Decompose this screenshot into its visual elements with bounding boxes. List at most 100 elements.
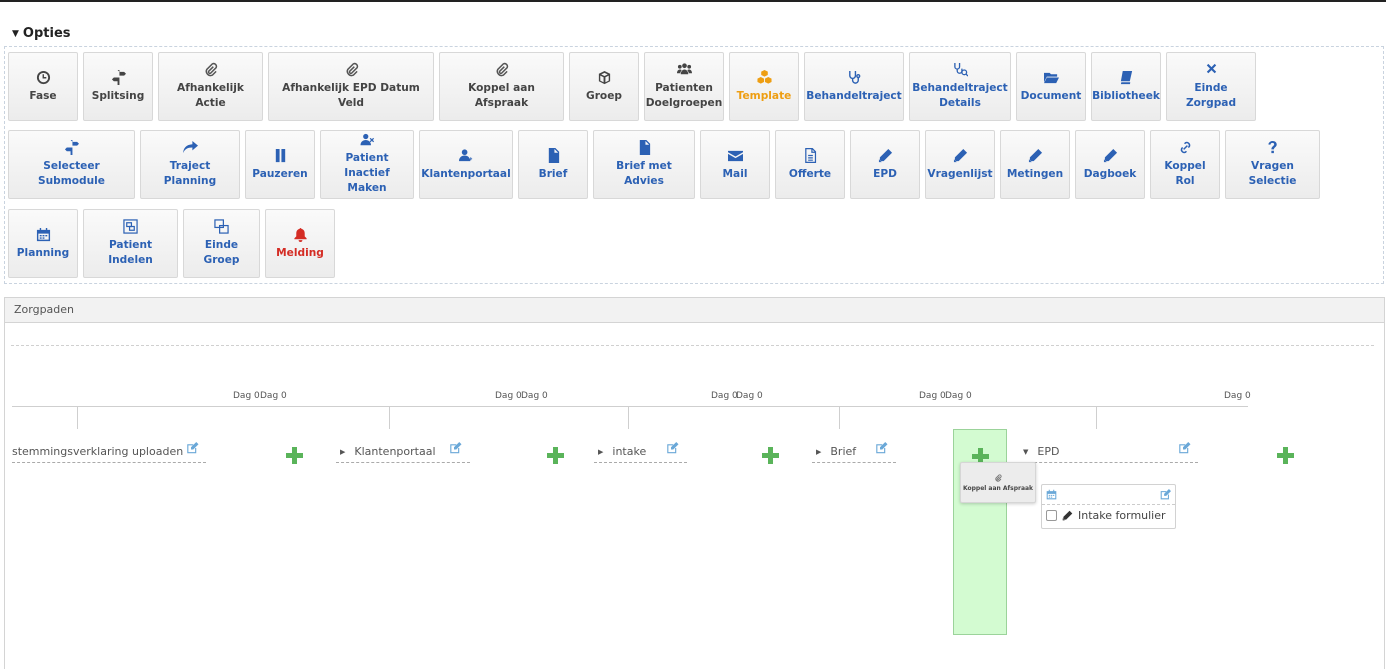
tile-afhankelijk-actie[interactable]: Afhankelijk Actie — [158, 52, 263, 121]
dragged-tile-koppel-aan-afspraak[interactable]: Koppel aan Afspraak — [960, 462, 1036, 503]
drop-zone[interactable] — [953, 429, 1007, 635]
clock-icon — [36, 70, 50, 84]
edit-icon[interactable] — [1160, 489, 1171, 500]
tile-vragenlijst[interactable]: Vragenlijst — [925, 130, 995, 199]
tile-label: Patient Indelen — [108, 239, 153, 266]
opties-toggle[interactable]: ▼ Opties — [12, 26, 71, 41]
add-step-button[interactable] — [762, 447, 779, 464]
question-icon — [1268, 140, 1277, 154]
tile-label: Planning — [16, 246, 70, 259]
epd-item-checkbox[interactable] — [1046, 510, 1057, 521]
tile-brief-met-advies[interactable]: Brief met Advies — [593, 130, 695, 199]
tile-label: Mail — [722, 167, 748, 180]
step-label: stemmingsverklaring uploaden — [12, 445, 184, 458]
tile-behandeltraject[interactable]: Behandeltraject — [804, 52, 904, 121]
link-icon — [1180, 141, 1190, 154]
caret-right-icon[interactable]: ▶ — [340, 448, 345, 456]
envelope-icon — [727, 150, 743, 161]
add-step-button[interactable] — [547, 447, 564, 464]
signpost-icon — [111, 69, 126, 85]
tile-label: Koppel Rol — [1164, 160, 1206, 187]
edit-icon[interactable] — [186, 442, 199, 454]
step-brief[interactable]: ▶ Brief — [812, 441, 896, 463]
tile-label: Vragenlijst — [927, 167, 993, 180]
zorgpaden-header: Zorgpaden — [5, 298, 1384, 323]
cube-icon — [598, 70, 610, 84]
pencil-icon — [953, 148, 967, 162]
pencil-icon — [1062, 510, 1073, 521]
tile-koppel-aan-afspraak[interactable]: Koppel aan Afspraak — [439, 52, 564, 121]
edit-icon[interactable] — [1178, 442, 1191, 454]
tile-pauzeren[interactable]: Pauzeren — [245, 130, 315, 199]
book-icon — [1120, 70, 1132, 84]
tile-vragen-selectie[interactable]: Vragen Selectie — [1225, 130, 1320, 199]
tile-mail[interactable]: Mail — [700, 130, 770, 199]
tile-behandeltraject-details[interactable]: Behandeltraject Details — [909, 52, 1011, 121]
tile-melding[interactable]: Melding — [265, 209, 335, 278]
epd-item-row: Intake formulier — [1042, 505, 1175, 526]
tile-template[interactable]: Template — [729, 52, 799, 121]
step-klantenportaal[interactable]: ▶ Klantenportaal — [336, 441, 470, 463]
calendar-icon[interactable] — [1046, 489, 1057, 500]
folder-open-icon — [1043, 72, 1059, 83]
tile-koppel-rol[interactable]: Koppel Rol — [1150, 130, 1220, 199]
tile-label: Fase — [29, 89, 57, 102]
tile-einde-groep[interactable]: Einde Groep — [183, 209, 260, 278]
tile-dagboek[interactable]: Dagboek — [1075, 130, 1145, 199]
tile-metingen[interactable]: Metingen — [1000, 130, 1070, 199]
tile-label: Melding — [276, 246, 324, 259]
tile-label: Einde Groep — [203, 239, 240, 266]
tile-offerte[interactable]: Offerte — [775, 130, 845, 199]
stethoscope-icon — [848, 70, 860, 84]
file-outline-icon — [804, 147, 816, 163]
epd-item-label: Intake formulier — [1078, 509, 1166, 522]
caret-right-icon[interactable]: ▶ — [816, 448, 821, 456]
tile-splitsing[interactable]: Splitsing — [83, 52, 153, 121]
tile-traject-planning[interactable]: Traject Planning — [140, 130, 240, 199]
tile-fase[interactable]: Fase — [8, 52, 78, 121]
tile-label: Klantenportaal — [421, 167, 511, 180]
tile-bibliotheek[interactable]: Bibliotheek — [1091, 52, 1161, 121]
tile-klantenportaal[interactable]: Klantenportaal — [419, 130, 513, 199]
paperclip-icon — [346, 62, 358, 77]
tile-patienten-doelgroepen[interactable]: Patienten Doelgroepen — [644, 52, 724, 121]
tile-label: EPD — [873, 167, 897, 180]
tile-label: Metingen — [1006, 167, 1064, 180]
paperclip-icon — [496, 62, 509, 77]
dag-label: Dag 0 — [260, 391, 287, 401]
object-ungroup-icon — [214, 219, 229, 234]
step-uploaden[interactable]: stemmingsverklaring uploaden — [12, 441, 206, 463]
caret-right-icon[interactable]: ▶ — [598, 448, 603, 456]
tile-label: Patienten Doelgroepen — [645, 82, 723, 109]
pencil-icon — [1028, 148, 1042, 162]
dag-label: Dag 0 — [919, 391, 946, 401]
tile-groep[interactable]: Groep — [569, 52, 639, 121]
top-border — [0, 0, 1386, 2]
add-step-button[interactable] — [286, 447, 303, 464]
pencil-icon — [1103, 148, 1117, 162]
edit-icon[interactable] — [666, 442, 679, 454]
file-text-icon — [639, 140, 650, 155]
tile-einde-zorgpad[interactable]: Einde Zorgpad — [1166, 52, 1256, 121]
step-intake[interactable]: ▶ intake — [594, 441, 687, 463]
tile-patient-inactief-maken[interactable]: Patient Inactief Maken — [320, 130, 414, 199]
tile-epd[interactable]: EPD — [850, 130, 920, 199]
tile-patient-indelen[interactable]: Patient Indelen — [83, 209, 178, 278]
tile-brief[interactable]: Brief — [518, 130, 588, 199]
caret-down-icon[interactable]: ▼ — [1023, 448, 1028, 456]
tile-selecteer-submodule[interactable]: Selecteer Submodule — [8, 130, 135, 199]
step-label: Klantenportaal — [354, 445, 436, 458]
add-step-button[interactable] — [1277, 447, 1294, 464]
step-label: Brief — [830, 445, 857, 458]
tile-label: Patient Inactief Maken — [344, 152, 390, 194]
tile-label: Koppel aan Afspraak — [468, 82, 535, 109]
tile-planning[interactable]: Planning — [8, 209, 78, 278]
edit-icon[interactable] — [449, 442, 462, 454]
timeline-tick — [77, 406, 78, 429]
tile-document[interactable]: Document — [1016, 52, 1086, 121]
file-text-icon — [548, 147, 559, 163]
step-epd[interactable]: ▼ EPD — [1019, 441, 1198, 463]
tile-afhankelijk-epd-datum-veld[interactable]: Afhankelijk EPD Datum Veld — [268, 52, 434, 121]
edit-icon[interactable] — [875, 442, 888, 454]
tile-label: Afhankelijk EPD Datum Veld — [282, 82, 420, 109]
